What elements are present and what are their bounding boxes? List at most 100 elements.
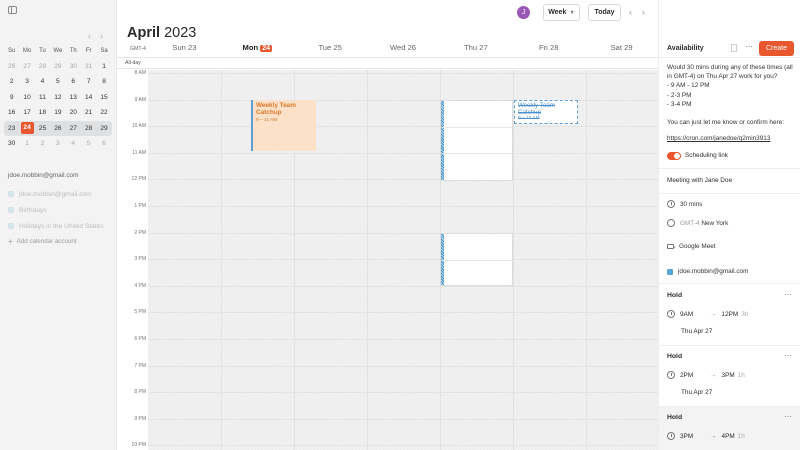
mini-calendar-day[interactable]: 4	[66, 140, 81, 147]
timezone-label[interactable]: GMT-4	[130, 46, 146, 52]
mini-calendar-day[interactable]: 5	[50, 78, 65, 85]
hold-end[interactable]: 4PM	[722, 433, 735, 440]
all-day-row[interactable]: All-day	[117, 57, 658, 69]
create-button[interactable]: Create	[759, 41, 794, 56]
more-options-icon[interactable]: ···	[745, 42, 753, 51]
day-header[interactable]: Tue 25	[294, 43, 367, 56]
mini-calendar-day[interactable]: 10	[19, 94, 34, 101]
copy-icon[interactable]	[731, 44, 737, 52]
calendar-checkbox[interactable]	[8, 207, 14, 213]
mini-calendar-day[interactable]: 28	[81, 125, 96, 132]
calendar-checkbox[interactable]	[8, 223, 14, 229]
mini-calendar-day[interactable]: 4	[35, 78, 50, 85]
day-header[interactable]: Wed 26	[367, 43, 440, 56]
day-header[interactable]: Sun 23	[148, 43, 221, 56]
mini-calendar-day[interactable]: 14	[81, 94, 96, 101]
calendar-item-holidays[interactable]: Holidays in the United States	[8, 218, 113, 234]
sidebar-toggle-icon[interactable]	[8, 6, 17, 14]
mini-calendar-day[interactable]: 13	[66, 94, 81, 101]
hold-time-range[interactable]: 2PM → 3PM 1h	[667, 371, 797, 379]
next-week-icon[interactable]: ›	[642, 7, 645, 17]
mini-calendar-day[interactable]: 1	[19, 140, 34, 147]
calendar-item-primary[interactable]: jdoe.mobbin@gmail.com	[8, 186, 113, 202]
view-select[interactable]: Week ▼	[543, 4, 580, 21]
mini-calendar-day[interactable]: 2	[4, 78, 19, 85]
prev-week-icon[interactable]: ‹	[629, 7, 632, 17]
mini-calendar-day[interactable]: 27	[19, 63, 34, 70]
mini-calendar-day[interactable]: 7	[81, 78, 96, 85]
availability-block[interactable]	[440, 100, 513, 181]
mini-calendar-day[interactable]: 26	[50, 125, 65, 132]
hold-start[interactable]: 9AM	[680, 311, 693, 318]
mini-calendar-day[interactable]: 18	[35, 109, 50, 116]
hold-time-range[interactable]: 9AM → 12PM 3h	[667, 310, 797, 318]
add-calendar-account-button[interactable]: + Add calendar account	[8, 237, 113, 246]
hold-time-range[interactable]: 3PM → 4PM 1h	[667, 432, 797, 440]
mini-calendar-day[interactable]: 5	[81, 140, 96, 147]
availability-message[interactable]: Would 30 mins during any of these times …	[667, 63, 795, 127]
hold-date[interactable]: Thu Apr 27	[681, 389, 712, 396]
scheduling-url[interactable]: https://cron.com/janedoe/q2min3913	[667, 135, 770, 142]
mini-calendar-day[interactable]: 21	[81, 109, 96, 116]
more-options-icon[interactable]: ···	[784, 290, 792, 299]
calendar-item-birthdays[interactable]: Birthdays	[8, 202, 113, 218]
mini-calendar-day[interactable]: 27	[66, 125, 81, 132]
duration-row[interactable]: 30 mins	[667, 200, 702, 208]
conferencing-row[interactable]: Google Meet	[667, 243, 716, 250]
mini-calendar-day[interactable]: 11	[35, 94, 50, 101]
today-button[interactable]: Today	[588, 4, 621, 21]
day-header[interactable]: Sat 29	[585, 43, 658, 56]
mini-calendar-day[interactable]: 8	[96, 78, 111, 85]
calendar-grid[interactable]	[148, 70, 658, 450]
mini-calendar-day[interactable]: 17	[19, 109, 34, 116]
mini-calendar-day[interactable]: 2	[35, 140, 50, 147]
mini-calendar-day[interactable]: 6	[66, 78, 81, 85]
more-options-icon[interactable]: ···	[784, 412, 792, 421]
arrow-right-icon: →	[710, 310, 717, 318]
mini-calendar-day[interactable]: 30	[66, 63, 81, 70]
timezone-row[interactable]: GMT-4 New York	[667, 219, 728, 227]
mini-calendar-day[interactable]: 6	[96, 140, 111, 147]
hold-end[interactable]: 3PM	[722, 372, 735, 379]
mini-calendar-day[interactable]: 1	[96, 63, 111, 70]
mini-calendar-day[interactable]: 23	[4, 125, 19, 132]
chevron-left-icon[interactable]: ‹	[88, 31, 91, 41]
mini-calendar-day[interactable]: 16	[4, 109, 19, 116]
mini-calendar-day[interactable]: 3	[50, 140, 65, 147]
event-title: Weekly Team Catchup	[518, 102, 555, 117]
day-number: 10	[23, 93, 31, 101]
mini-calendar-day[interactable]: 15	[96, 94, 111, 101]
mini-calendar-day[interactable]: 31	[81, 63, 96, 70]
avatar[interactable]: J	[517, 6, 530, 19]
meeting-title-input[interactable]: Meeting with Jane Doe	[667, 177, 732, 184]
hold-start[interactable]: 3PM	[680, 433, 693, 440]
day-name: Wed	[389, 43, 406, 52]
day-header[interactable]: Mon 24	[221, 43, 294, 56]
mini-calendar-day[interactable]: 20	[66, 109, 81, 116]
hold-start[interactable]: 2PM	[680, 372, 693, 379]
mini-calendar-day[interactable]: 19	[50, 109, 65, 116]
calendar-row[interactable]: jdoe.mobbin@gmail.com	[667, 268, 748, 275]
mini-calendar-day[interactable]: 12	[50, 94, 65, 101]
mini-calendar-day[interactable]: 9	[4, 94, 19, 101]
mini-calendar-day[interactable]: 29	[50, 63, 65, 70]
mini-calendar-day[interactable]: 25	[35, 125, 50, 132]
mini-calendar-day[interactable]: 26	[4, 63, 19, 70]
hold-end[interactable]: 12PM	[722, 311, 739, 318]
event-weekly-team-catchup[interactable]: Weekly Team Catchup 9 – 11 AM	[251, 100, 316, 151]
mini-calendar-day[interactable]: 22	[96, 109, 111, 116]
mini-calendar-day[interactable]: 29	[96, 125, 111, 132]
event-weekly-team-catchup-declined[interactable]: Weekly Team Catchup 9 – 10 AM	[514, 100, 578, 124]
day-header[interactable]: Fri 28	[512, 43, 585, 56]
mini-calendar-today[interactable]: 24	[19, 122, 34, 135]
mini-calendar-day[interactable]: 30	[4, 140, 19, 147]
scheduling-link-toggle[interactable]	[667, 152, 681, 160]
more-options-icon[interactable]: ···	[784, 351, 792, 360]
chevron-right-icon[interactable]: ›	[100, 31, 103, 41]
timezone-offset: GMT-4	[680, 219, 700, 227]
calendar-checkbox[interactable]	[8, 191, 14, 197]
mini-calendar-day[interactable]: 3	[19, 78, 34, 85]
day-header[interactable]: Thu 27	[439, 43, 512, 56]
mini-calendar-day[interactable]: 28	[35, 63, 50, 70]
hold-date[interactable]: Thu Apr 27	[681, 328, 712, 335]
